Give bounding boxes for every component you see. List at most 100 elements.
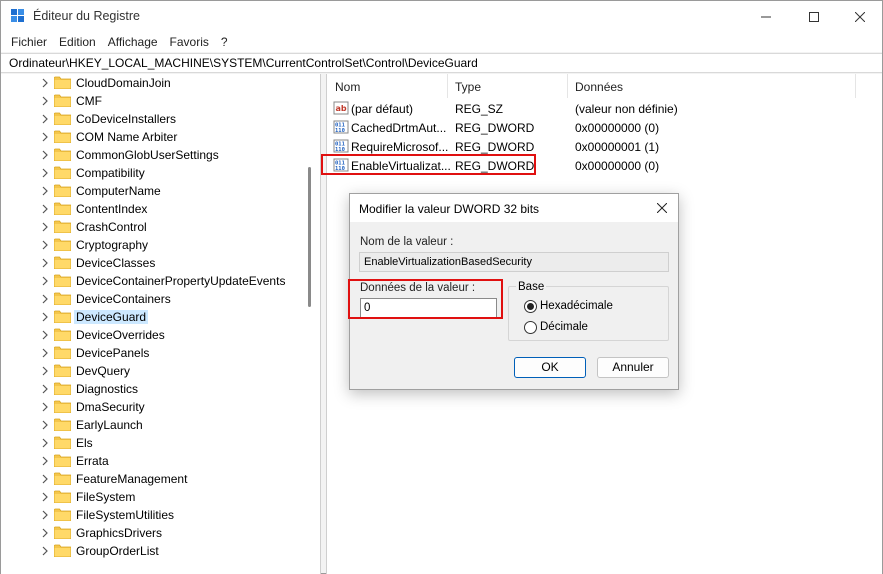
folder-icon (54, 166, 71, 179)
chevron-right-icon[interactable] (41, 294, 49, 304)
value-row[interactable]: 011 110 CachedDrtmAut... REG_DWORD 0x0000000… (327, 118, 857, 137)
maximize-button[interactable] (791, 1, 837, 32)
column-header-data[interactable]: Données (575, 80, 623, 94)
column-header-name[interactable]: Nom (335, 80, 360, 94)
column-separator[interactable] (567, 74, 568, 98)
tree-item[interactable]: DevQuery (1, 362, 305, 380)
tree-item[interactable]: FeatureManagement (1, 470, 305, 488)
dialog-close-button[interactable] (650, 198, 674, 218)
chevron-right-icon[interactable] (41, 438, 49, 448)
chevron-right-icon[interactable] (41, 132, 49, 142)
tree-item[interactable]: DeviceClasses (1, 254, 305, 272)
list-header: Nom Type Données (327, 74, 857, 98)
chevron-right-icon[interactable] (41, 114, 49, 124)
chevron-right-icon[interactable] (41, 492, 49, 502)
radio-hexadecimal-label[interactable]: Hexadécimale (540, 300, 613, 312)
menu-help[interactable]: ? (215, 35, 234, 49)
chevron-right-icon[interactable] (41, 258, 49, 268)
tree-item[interactable]: Diagnostics (1, 380, 305, 398)
folder-icon (54, 364, 71, 377)
folder-icon (54, 112, 71, 125)
chevron-right-icon[interactable] (41, 96, 49, 106)
column-separator[interactable] (447, 74, 448, 98)
tree-item[interactable]: GroupOrderList (1, 542, 305, 560)
tree-item[interactable]: CoDeviceInstallers (1, 110, 305, 128)
tree-item[interactable]: CMF (1, 92, 305, 110)
tree-item[interactable]: Compatibility (1, 164, 305, 182)
menu-affichage[interactable]: Affichage (102, 35, 164, 49)
value-row[interactable]: 011 110 RequireMicrosof... REG_DWORD 0x00000… (327, 137, 857, 156)
column-header-type[interactable]: Type (455, 80, 481, 94)
chevron-right-icon[interactable] (41, 402, 49, 412)
minimize-button[interactable] (743, 1, 789, 32)
tree-item[interactable]: Errata (1, 452, 305, 470)
chevron-right-icon[interactable] (41, 150, 49, 160)
tree-item[interactable]: FileSystem (1, 488, 305, 506)
svg-text:110: 110 (335, 128, 345, 134)
value-row[interactable]: 011 110 EnableVirtualizat... REG_DWORD 0x000… (327, 156, 857, 175)
folder-icon (54, 526, 71, 539)
tree-item[interactable]: CrashControl (1, 218, 305, 236)
tree-item-label: CMF (76, 94, 102, 108)
tree-item-label: ComputerName (76, 184, 161, 198)
tree-item[interactable]: GraphicsDrivers (1, 524, 305, 542)
tree-item[interactable]: DeviceGuard (1, 308, 305, 326)
value-data-input[interactable]: 0 (360, 298, 497, 318)
column-separator[interactable] (855, 74, 856, 98)
tree-item[interactable]: DeviceContainers (1, 290, 305, 308)
chevron-right-icon[interactable] (41, 330, 49, 340)
tree-item[interactable]: DeviceContainerPropertyUpdateEvents (1, 272, 305, 290)
menu-fichier[interactable]: Fichier (5, 35, 53, 49)
tree-item[interactable]: DmaSecurity (1, 398, 305, 416)
chevron-right-icon[interactable] (41, 528, 49, 538)
chevron-right-icon[interactable] (41, 312, 49, 322)
folder-icon (54, 328, 71, 341)
tree-item[interactable]: EarlyLaunch (1, 416, 305, 434)
radio-hexadecimal[interactable] (524, 300, 537, 313)
chevron-right-icon[interactable] (41, 240, 49, 250)
address-bar[interactable]: Ordinateur\HKEY_LOCAL_MACHINE\SYSTEM\Cur… (1, 53, 882, 73)
chevron-right-icon[interactable] (41, 510, 49, 520)
chevron-right-icon[interactable] (41, 474, 49, 484)
tree-item[interactable]: DeviceOverrides (1, 326, 305, 344)
cancel-button[interactable]: Annuler (597, 357, 669, 378)
value-type: REG_DWORD (455, 140, 535, 154)
chevron-right-icon[interactable] (41, 384, 49, 394)
value-type: REG_DWORD (455, 159, 535, 173)
tree-item-label: DevicePanels (76, 346, 150, 360)
ok-button[interactable]: OK (514, 357, 586, 378)
tree-item[interactable]: Els (1, 434, 305, 452)
binary-value-icon: 011110 (333, 120, 349, 134)
chevron-right-icon[interactable] (41, 168, 49, 178)
close-button[interactable] (837, 1, 883, 32)
tree-item[interactable]: COM Name Arbiter (1, 128, 305, 146)
tree-item[interactable]: FileSystemUtilities (1, 506, 305, 524)
value-data-label: Données de la valeur : (360, 282, 476, 294)
radio-decimal[interactable] (524, 321, 537, 334)
value-row[interactable]: ab (par défaut) REG_SZ (valeur non définie) (327, 99, 857, 118)
tree-item[interactable]: CloudDomainJoin (1, 74, 305, 92)
chevron-right-icon[interactable] (41, 204, 49, 214)
chevron-right-icon[interactable] (41, 546, 49, 556)
dialog-title-bar: Modifier la valeur DWORD 32 bits (350, 194, 678, 222)
chevron-right-icon[interactable] (41, 420, 49, 430)
chevron-right-icon[interactable] (41, 366, 49, 376)
tree-item[interactable]: CommonGlobUserSettings (1, 146, 305, 164)
tree-item-label: COM Name Arbiter (76, 130, 178, 144)
menu-favoris[interactable]: Favoris (164, 35, 215, 49)
tree-scrollbar-thumb[interactable] (308, 167, 311, 307)
tree-item[interactable]: ComputerName (1, 182, 305, 200)
tree-item[interactable]: Cryptography (1, 236, 305, 254)
key-tree[interactable]: CloudDomainJoin CMF CoDeviceInstallers COM … (1, 74, 321, 574)
chevron-right-icon[interactable] (41, 78, 49, 88)
chevron-right-icon[interactable] (41, 222, 49, 232)
chevron-right-icon[interactable] (41, 186, 49, 196)
chevron-right-icon[interactable] (41, 456, 49, 466)
tree-scrollbar[interactable] (305, 74, 320, 574)
chevron-right-icon[interactable] (41, 348, 49, 358)
menu-edition[interactable]: Edition (53, 35, 102, 49)
tree-item[interactable]: ContentIndex (1, 200, 305, 218)
tree-item[interactable]: DevicePanels (1, 344, 305, 362)
chevron-right-icon[interactable] (41, 276, 49, 286)
radio-decimal-label[interactable]: Décimale (540, 321, 588, 333)
